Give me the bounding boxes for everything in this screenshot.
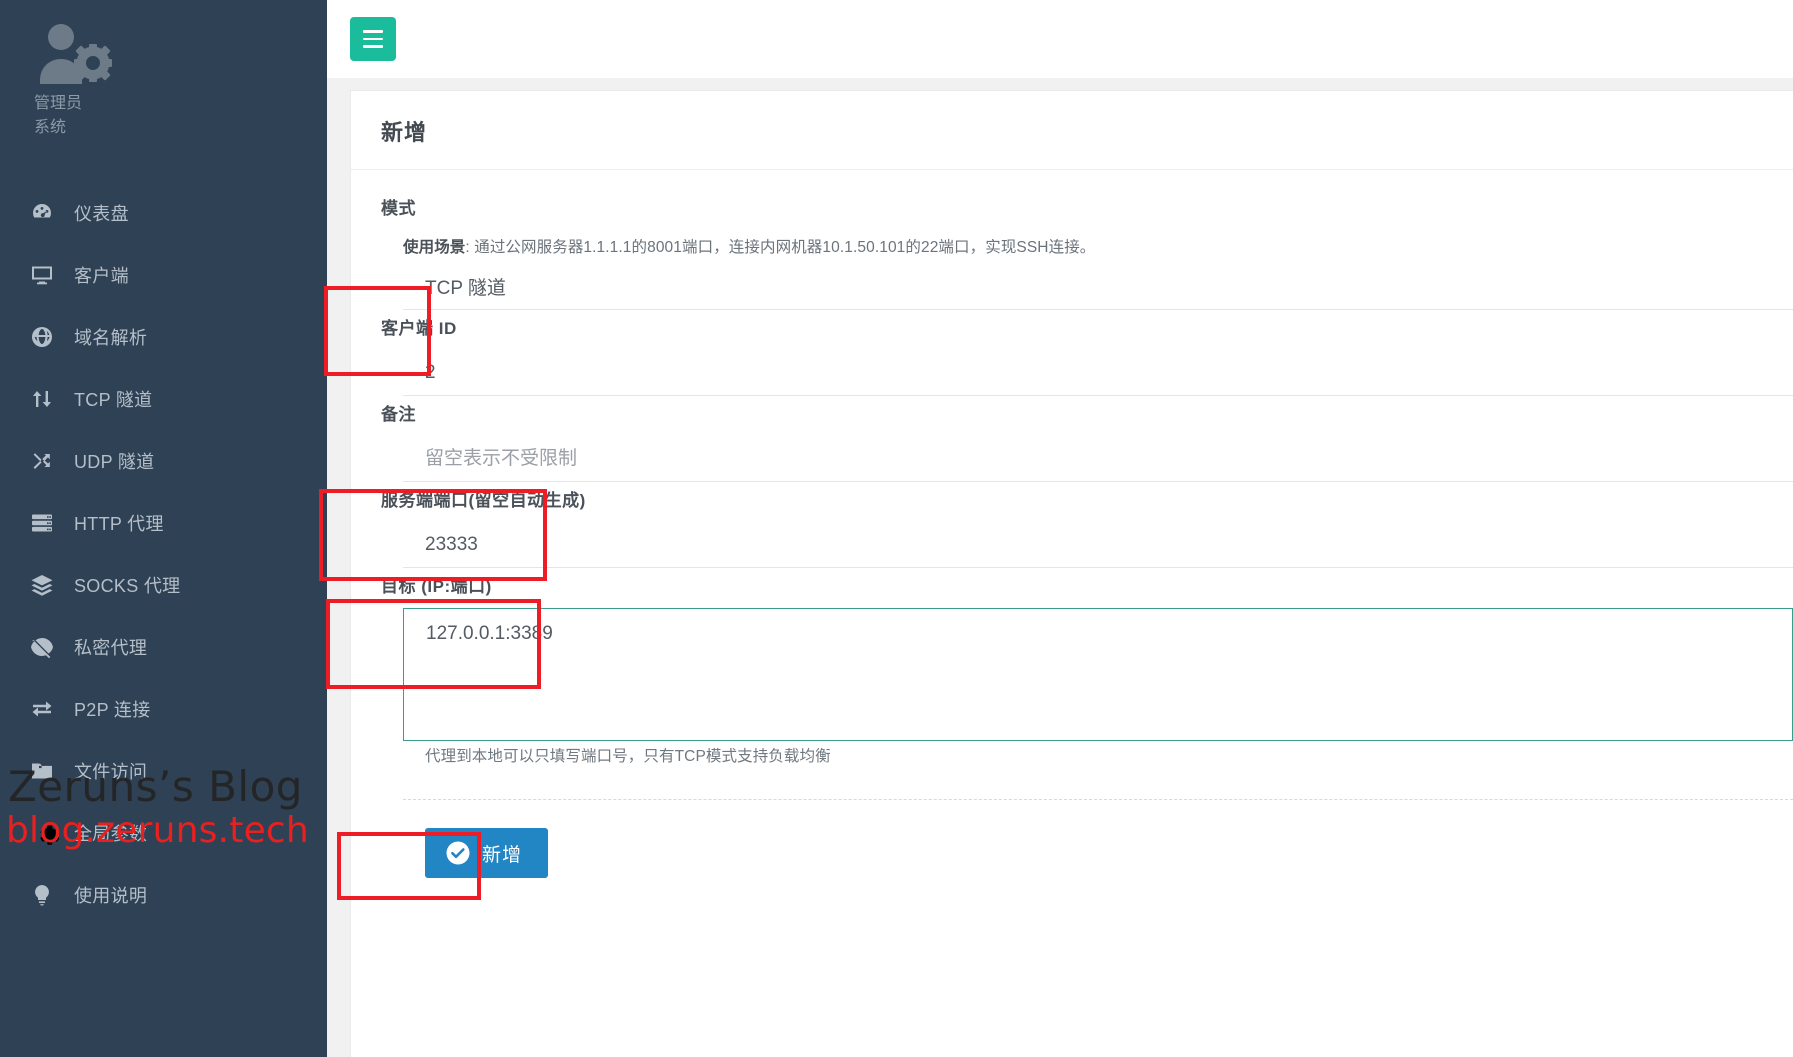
monitor-icon [30,262,64,288]
sidebar-item-http-proxy[interactable]: HTTP 代理 [0,492,327,554]
sidebar-item-tcp-tunnel[interactable]: TCP 隧道 [0,368,327,430]
sidebar-item-label: 文件访问 [74,762,148,782]
topbar [327,0,1793,78]
sidebar-item-label: 仪表盘 [74,204,129,224]
scene-hint: 使用场景: 通过公网服务器1.1.1.1的8001端口，连接内网机器10.1.5… [403,236,1793,260]
user-gear-icon [40,24,112,84]
sidebar-item-file-access[interactable]: 文件访问 [0,740,327,802]
sidebar-item-usage-guide[interactable]: 使用说明 [0,864,327,926]
sidebar-item-label: 域名解析 [74,328,148,348]
page-title: 新增 [381,120,428,145]
gear-icon [40,825,60,845]
layers-icon [30,572,64,598]
sidebar: 管理员 系统 仪表盘 客户端 域名解析 TCP 隧道 UDP 隧道 HTTP 代… [0,0,327,1057]
file-archive-icon [30,758,64,784]
sidebar-item-label: HTTP 代理 [74,514,164,534]
sidebar-item-udp-tunnel[interactable]: UDP 隧道 [0,430,327,492]
client-id-input[interactable] [403,350,1793,396]
field-target: 目标 (IP:端口) 代理到本地可以只填写端口号，只有TCP模式支持负载均衡 [381,574,1793,769]
sidebar-user-role: 系统 [34,119,67,136]
scene-hint-prefix: 使用场景 [403,239,466,256]
form-card: 新增 模式 使用场景: 通过公网服务器1.1.1.1的8001端口，连接内网机器… [350,90,1793,1057]
sidebar-user-name: 管理员 [34,95,83,112]
sidebar-item-label: SOCKS 代理 [74,576,181,596]
sidebar-item-dashboard[interactable]: 仪表盘 [0,182,327,244]
submit-row: 新增 [381,800,1793,878]
sidebar-item-global-params[interactable]: 全局参数 [0,802,327,864]
field-mode: 模式 使用场景: 通过公网服务器1.1.1.1的8001端口，连接内网机器10.… [381,196,1793,310]
lightbulb-icon [30,882,64,908]
submit-button[interactable]: 新增 [425,828,549,878]
hamburger-bar [363,37,383,41]
field-client-id: 客户端 ID [381,316,1793,396]
app-root: 管理员 系统 仪表盘 客户端 域名解析 TCP 隧道 UDP 隧道 HTTP 代… [0,0,1793,1057]
shuffle-icon [30,448,64,474]
submit-button-label: 新增 [482,844,523,866]
sidebar-user-block: 管理员 系统 [0,0,327,140]
check-circle-icon [445,840,471,866]
sidebar-item-client[interactable]: 客户端 [0,244,327,306]
eye-slash-icon [30,634,64,660]
sidebar-item-label: UDP 隧道 [74,452,155,472]
card-header: 新增 [351,91,1793,170]
sidebar-item-label: 全局参数 [74,824,148,844]
sidebar-item-label: P2P 连接 [74,700,151,720]
avatar [0,22,327,86]
sidebar-item-label: TCP 隧道 [74,390,153,410]
dashboard-gauge-icon [30,200,64,226]
field-label-client-id: 客户端 ID [381,319,457,338]
field-label-remark: 备注 [381,405,416,424]
field-server-port: 服务端端口(留空自动生成) [381,488,1793,568]
target-textarea[interactable] [403,608,1793,741]
field-label-server-port: 服务端端口(留空自动生成) [381,491,586,510]
remark-input[interactable] [403,436,1793,482]
card-body: 模式 使用场景: 通过公网服务器1.1.1.1的8001端口，连接内网机器10.… [351,170,1793,878]
scene-hint-text: : 通过公网服务器1.1.1.1的8001端口，连接内网机器10.1.50.10… [465,239,1096,256]
target-help-text: 代理到本地可以只填写端口号，只有TCP模式支持负载均衡 [425,748,831,765]
globe-icon [30,324,64,350]
sidebar-nav: 仪表盘 客户端 域名解析 TCP 隧道 UDP 隧道 HTTP 代理 SOCKS… [0,182,327,926]
sidebar-item-label: 使用说明 [74,886,148,906]
server-rack-icon [30,510,64,536]
field-label-mode: 模式 [381,199,416,218]
exchange-arrows-icon [30,386,64,412]
server-port-input[interactable] [403,522,1793,568]
hamburger-bar [363,45,383,48]
arrows-horizontal-icon [30,696,64,722]
mode-select[interactable] [403,264,1793,310]
hamburger-bar [363,30,383,33]
sidebar-item-label: 客户端 [74,266,129,286]
sidebar-item-domain[interactable]: 域名解析 [0,306,327,368]
sidebar-item-label: 私密代理 [74,638,148,658]
field-label-target: 目标 (IP:端口) [381,577,492,596]
field-remark: 备注 [381,402,1793,482]
sidebar-item-p2p[interactable]: P2P 连接 [0,678,327,740]
hamburger-icon[interactable] [350,17,396,61]
main-area: 新增 模式 使用场景: 通过公网服务器1.1.1.1的8001端口，连接内网机器… [327,0,1793,1057]
sidebar-item-socks-proxy[interactable]: SOCKS 代理 [0,554,327,616]
sidebar-item-private-proxy[interactable]: 私密代理 [0,616,327,678]
